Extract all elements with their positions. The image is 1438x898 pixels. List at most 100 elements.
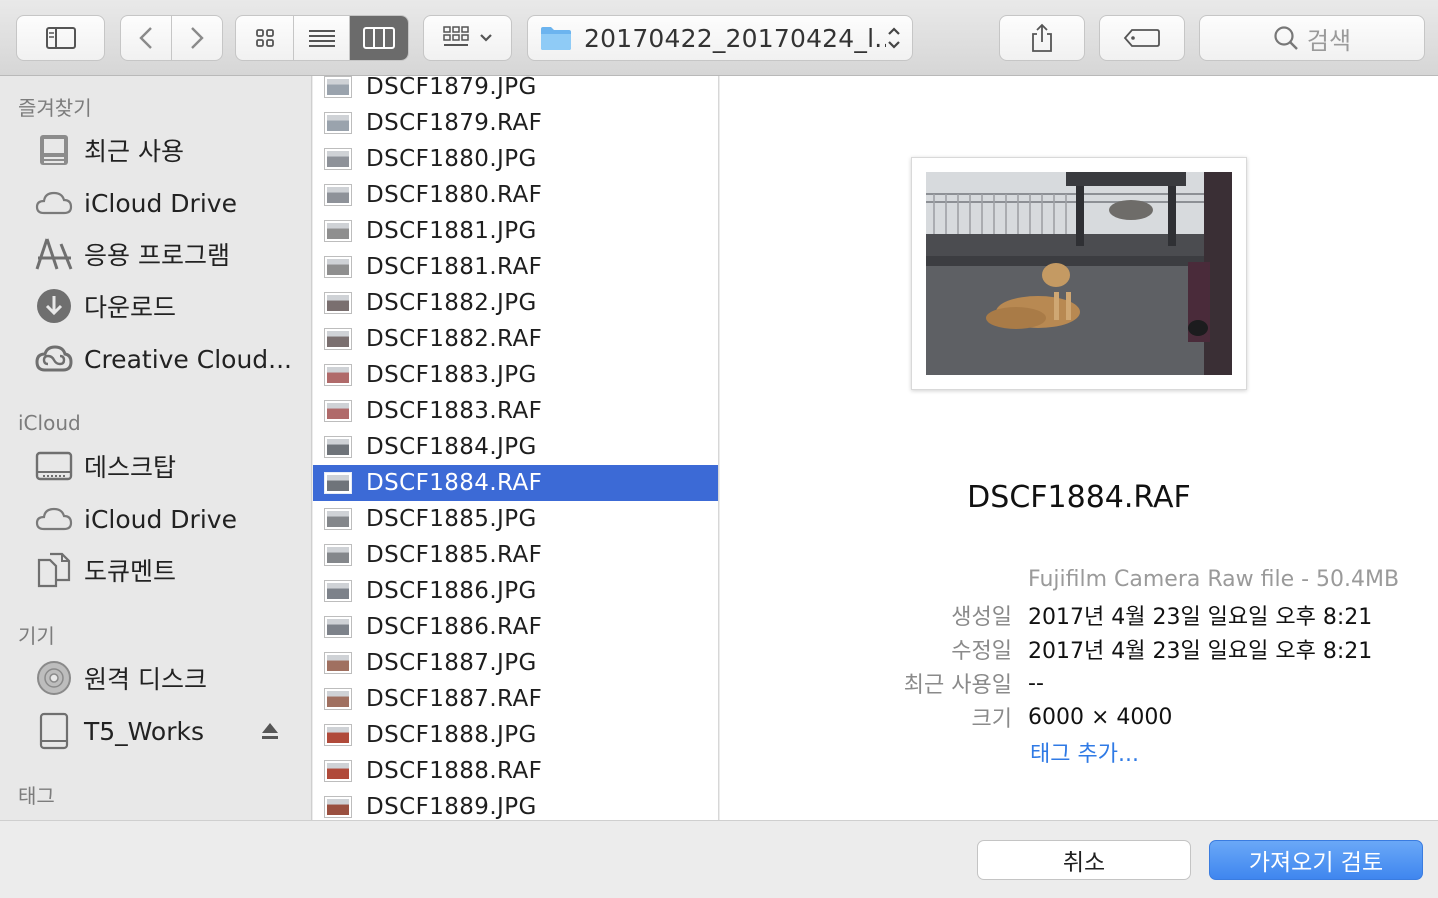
meta-value: 2017년 4월 23일 일요일 오후 8:21 [1028,639,1373,664]
meta-dimensions: 크기 6000 × 4000 [720,700,1438,734]
sidebar-item-icloud-drive-2[interactable]: iCloud Drive [34,499,304,539]
group-by-button[interactable] [423,15,512,61]
meta-created: 생성일 2017년 4월 23일 일요일 오후 8:21 [720,598,1438,632]
review-import-button[interactable]: 가져오기 검토 [1209,840,1423,880]
column-view-button[interactable] [349,16,408,60]
file-name: DSCF1888.JPG [366,722,537,748]
file-kind-size: Fujifilm Camera Raw file - 50.4MB [1028,567,1400,592]
file-row[interactable]: DSCF1882.RAF [313,321,718,357]
drive-icon [34,711,74,751]
file-row[interactable]: DSCF1884.RAF [313,465,718,501]
file-row[interactable]: DSCF1883.RAF [313,393,718,429]
sidebar-item-documents[interactable]: 도큐멘트 [34,550,304,590]
eject-button[interactable] [260,721,280,745]
image-thumbnail-icon [324,688,352,710]
icon-view-button[interactable] [236,16,295,60]
section-header-favorites: 즐겨찾기 [18,96,92,120]
file-row[interactable]: DSCF1886.JPG [313,573,718,609]
nav-button-group [120,15,223,61]
file-row[interactable]: DSCF1889.JPG [313,789,718,820]
meta-key: 크기 [971,707,1012,732]
file-row[interactable]: DSCF1887.JPG [313,645,718,681]
applications-icon [34,234,74,274]
meta-value: 6000 × 4000 [1028,704,1173,730]
list-view-button[interactable] [294,16,350,60]
share-button[interactable] [999,15,1085,61]
toolbar: 20170422_20170424_l... 검색 [0,0,1438,76]
sidebar-item-recents[interactable]: 최근 사용 [34,130,304,170]
sidebar-item-label: Creative Cloud... [84,344,293,374]
folder-icon [541,27,571,50]
file-row[interactable]: DSCF1884.JPG [313,429,718,465]
path-label: 20170422_20170424_l... [584,23,886,53]
sidebar-item-label: 데스크탑 [84,453,177,482]
group-grid-icon [442,26,469,46]
sidebar-item-creative-cloud[interactable]: Creative Cloud... [34,339,304,379]
add-tags-link[interactable]: 태그 추가... [1030,736,1139,768]
file-name: DSCF1879.RAF [366,110,543,136]
file-name: DSCF1884.JPG [366,434,537,460]
image-thumbnail-icon [324,760,352,782]
cancel-button[interactable]: 취소 [977,840,1191,880]
forward-button[interactable] [172,16,223,60]
meta-key: 수정일 [951,639,1012,664]
file-row[interactable]: DSCF1882.JPG [313,285,718,321]
file-name: DSCF1885.RAF [366,542,543,568]
file-row[interactable]: DSCF1885.JPG [313,501,718,537]
sidebar-toggle-button[interactable] [16,15,105,61]
file-row[interactable]: DSCF1880.RAF [313,177,718,213]
search-field[interactable]: 검색 [1199,15,1425,61]
preview-file-name: DSCF1884.RAF [967,480,1191,515]
file-name: DSCF1883.JPG [366,362,537,388]
file-row[interactable]: DSCF1888.JPG [313,717,718,753]
file-row[interactable]: DSCF1880.JPG [313,141,718,177]
file-row[interactable]: DSCF1888.RAF [313,753,718,789]
sidebar-item-remote-disc[interactable]: 원격 디스크 [34,658,304,698]
image-thumbnail-icon [324,292,352,314]
preview-thumbnail [911,157,1247,390]
path-popup[interactable]: 20170422_20170424_l... [527,15,913,61]
cloud-icon [34,499,74,539]
sidebar-item-downloads[interactable]: 다운로드 [34,286,304,326]
tag-button[interactable] [1099,15,1185,61]
sidebar-item-label: iCloud Drive [84,504,237,534]
chevron-right-icon [190,27,204,49]
file-row[interactable]: DSCF1886.RAF [313,609,718,645]
section-header-devices: 기기 [18,624,55,648]
file-row[interactable]: DSCF1887.RAF [313,681,718,717]
sidebar-item-label: 도큐멘트 [84,557,177,586]
file-row[interactable]: DSCF1881.JPG [313,213,718,249]
sidebar-item-desktop[interactable]: 데스크탑 [34,446,304,486]
sidebar-item-label: 최근 사용 [84,137,184,166]
sidebar: 즐겨찾기 최근 사용 iCloud Drive 응용 프로그램 다운로드 Cre… [0,76,312,820]
file-row[interactable]: DSCF1879.RAF [313,105,718,141]
sidebar-icon [45,27,76,49]
columns-icon [362,27,395,49]
sidebar-item-applications[interactable]: 응용 프로그램 [34,234,304,274]
image-thumbnail-icon [324,328,352,350]
file-name: DSCF1887.RAF [366,686,543,712]
cloud-icon [34,183,74,223]
file-row[interactable]: DSCF1883.JPG [313,357,718,393]
file-name: DSCF1886.JPG [366,578,537,604]
file-row[interactable]: DSCF1881.RAF [313,249,718,285]
image-thumbnail-icon [324,256,352,278]
image-thumbnail-icon [324,796,352,818]
section-header-tags: 태그 [18,784,55,808]
chevron-down-icon [479,34,492,42]
list-icon [308,30,335,47]
sidebar-item-t5-works[interactable]: T5_Works [34,711,284,751]
file-name: DSCF1884.RAF [366,470,543,496]
image-thumbnail-icon [324,652,352,674]
meta-modified: 수정일 2017년 4월 23일 일요일 오후 8:21 [720,632,1438,666]
tag-icon [1123,29,1160,47]
image-thumbnail-icon [324,112,352,134]
view-mode-group [235,15,409,61]
file-name: DSCF1882.JPG [366,290,537,316]
back-button[interactable] [121,16,172,60]
file-name: DSCF1883.RAF [366,398,543,424]
creative-cloud-icon [34,339,74,379]
sidebar-item-icloud-drive[interactable]: iCloud Drive [34,183,304,223]
file-row[interactable]: DSCF1885.RAF [313,537,718,573]
file-row[interactable]: DSCF1879.JPG [313,76,718,105]
